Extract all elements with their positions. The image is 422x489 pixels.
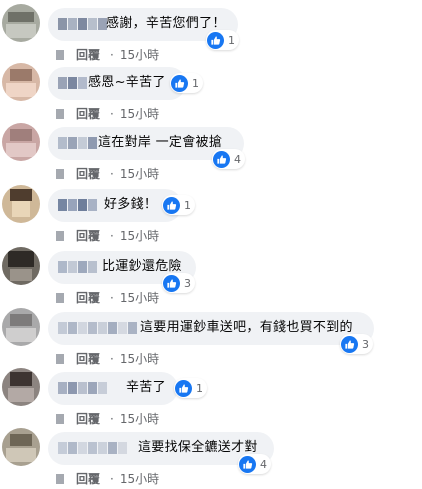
reaction-count[interactable]: 1 (162, 195, 195, 215)
avatar[interactable] (2, 428, 40, 466)
thumbs-up-icon (175, 379, 192, 397)
reply-button[interactable]: 回覆 (76, 289, 100, 306)
like-action[interactable] (56, 168, 64, 179)
reply-button[interactable]: 回覆 (76, 410, 100, 427)
comment-item: 感謝，辛苦您們了！ 1 回覆 · 15小時 (0, 4, 422, 65)
comment-bubble: 感恩~辛苦了 (48, 67, 186, 100)
separator: · (110, 471, 114, 486)
comment-item: 比運鈔還危險 3 回覆 · 15小時 (0, 247, 422, 308)
thumbs-up-icon (163, 196, 180, 214)
thumbs-up-icon (207, 31, 224, 49)
reaction-number: 4 (260, 457, 267, 471)
comment-item: 辛苦了 1 回覆 · 15小時 (0, 368, 422, 429)
author-name[interactable] (58, 137, 97, 149)
reaction-count[interactable]: 3 (340, 334, 373, 354)
comment-actions: 回覆 · 15小時 (56, 350, 159, 367)
reply-button[interactable]: 回覆 (76, 105, 100, 122)
author-name[interactable] (58, 322, 137, 334)
comment-actions: 回覆 · 15小時 (56, 289, 159, 306)
reaction-number: 1 (184, 198, 191, 212)
comment-actions: 回覆 · 15小時 (56, 227, 159, 244)
comment-bubble: 這要用運鈔車送吧，有錢也買不到的 (48, 312, 374, 345)
like-action[interactable] (56, 473, 64, 484)
reply-button[interactable]: 回覆 (76, 470, 100, 487)
reaction-count[interactable]: 4 (212, 149, 245, 169)
reaction-count[interactable]: 1 (206, 30, 239, 50)
author-name[interactable] (58, 77, 87, 89)
comment-actions: 回覆 · 15小時 (56, 410, 159, 427)
comment-actions: 回覆 · 15小時 (56, 165, 159, 182)
timestamp[interactable]: 15小時 (120, 289, 159, 306)
reaction-count[interactable]: 1 (174, 378, 207, 398)
separator: · (110, 166, 114, 181)
comment-text: 這在對岸 一定會被搶 (98, 135, 223, 150)
reaction-number: 1 (192, 76, 199, 90)
reply-button[interactable]: 回覆 (76, 46, 100, 63)
like-action[interactable] (56, 108, 64, 119)
author-name[interactable] (58, 199, 97, 211)
comment-actions: 回覆 · 15小時 (56, 105, 159, 122)
timestamp[interactable]: 15小時 (120, 46, 159, 63)
like-action[interactable] (56, 353, 64, 364)
avatar[interactable] (2, 368, 40, 406)
like-action[interactable] (56, 49, 64, 60)
thumbs-up-icon (163, 274, 180, 292)
thumbs-up-icon (171, 74, 188, 92)
separator: · (110, 47, 114, 62)
author-name[interactable] (58, 442, 127, 454)
separator: · (110, 290, 114, 305)
comment-text: 感恩~辛苦了 (88, 75, 166, 90)
avatar[interactable] (2, 308, 40, 346)
separator: · (110, 351, 114, 366)
timestamp[interactable]: 15小時 (120, 470, 159, 487)
author-name[interactable] (58, 261, 97, 273)
reaction-count[interactable]: 1 (170, 73, 203, 93)
avatar[interactable] (2, 247, 40, 285)
comment-item: 好多錢！ 1 回覆 · 15小時 (0, 185, 422, 246)
comment-actions: 回覆 · 15小時 (56, 46, 159, 63)
timestamp[interactable]: 15小時 (120, 350, 159, 367)
comment-bubble: 辛苦了 (48, 372, 178, 405)
like-action[interactable] (56, 230, 64, 241)
reaction-number: 3 (362, 337, 369, 351)
thumbs-up-icon (341, 335, 358, 353)
separator: · (110, 411, 114, 426)
author-name[interactable] (58, 382, 107, 394)
timestamp[interactable]: 15小時 (120, 165, 159, 182)
comment-text: 感謝，辛苦您們了！ (106, 16, 226, 31)
comment-item: 這要找保全鑣送才對 4 回覆 · 15小時 (0, 428, 422, 489)
reaction-number: 3 (184, 276, 191, 290)
timestamp[interactable]: 15小時 (120, 227, 159, 244)
like-action[interactable] (56, 292, 64, 303)
author-name[interactable] (58, 18, 107, 30)
reaction-number: 1 (228, 33, 235, 47)
comment-text: 這要找保全鑣送才對 (138, 440, 258, 455)
comment-text: 這要用運鈔車送吧，有錢也買不到的 (140, 320, 353, 335)
reaction-count[interactable]: 3 (162, 273, 195, 293)
comment-item: 這在對岸 一定會被搶 4 回覆 · 15小時 (0, 123, 422, 184)
reaction-count[interactable]: 4 (238, 454, 271, 474)
avatar[interactable] (2, 123, 40, 161)
timestamp[interactable]: 15小時 (120, 105, 159, 122)
comment-item: 這要用運鈔車送吧，有錢也買不到的 3 回覆 · 15小時 (0, 308, 422, 369)
avatar[interactable] (2, 63, 40, 101)
comment-text: 好多錢！ (104, 197, 158, 212)
reply-button[interactable]: 回覆 (76, 227, 100, 244)
reaction-number: 1 (196, 381, 203, 395)
timestamp[interactable]: 15小時 (120, 410, 159, 427)
thumbs-up-icon (239, 455, 256, 473)
reply-button[interactable]: 回覆 (76, 165, 100, 182)
comment-item: 感恩~辛苦了 1 回覆 · 15小時 (0, 63, 422, 124)
thumbs-up-icon (213, 150, 230, 168)
separator: · (110, 106, 114, 121)
separator: · (110, 228, 114, 243)
comment-text: 辛苦了 (126, 380, 166, 395)
avatar[interactable] (2, 185, 40, 223)
reaction-number: 4 (234, 152, 241, 166)
like-action[interactable] (56, 413, 64, 424)
comment-actions: 回覆 · 15小時 (56, 470, 159, 487)
reply-button[interactable]: 回覆 (76, 350, 100, 367)
avatar[interactable] (2, 4, 40, 42)
